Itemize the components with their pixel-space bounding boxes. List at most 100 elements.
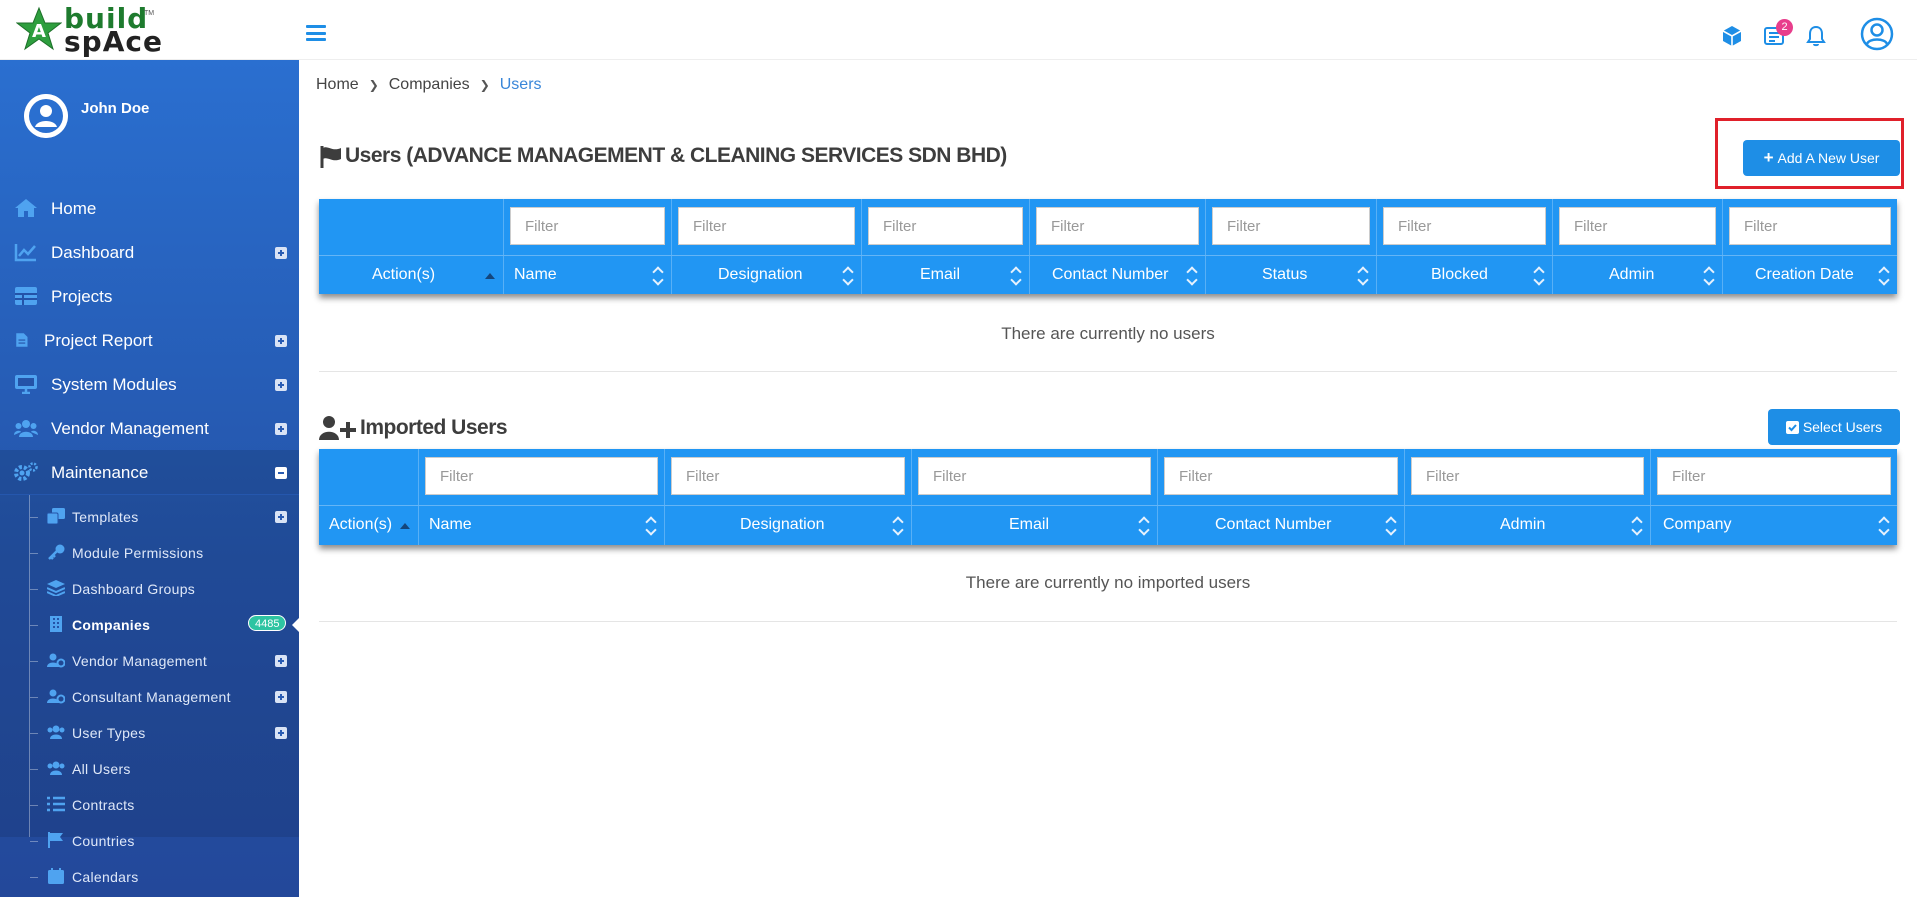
- col-contact-number[interactable]: Contact Number: [1030, 256, 1206, 294]
- users-header-row: Action(s) Name Designation Email Contact…: [319, 255, 1897, 294]
- sort-icon[interactable]: [1879, 516, 1889, 536]
- cube-icon[interactable]: [1720, 24, 1744, 48]
- sort-icon[interactable]: [1534, 266, 1544, 286]
- filter-admin-input[interactable]: [1559, 207, 1716, 245]
- user-profile-icon[interactable]: [1860, 17, 1894, 51]
- sort-asc-icon[interactable]: [485, 273, 495, 279]
- filter-contact-input[interactable]: [1036, 207, 1199, 245]
- imported-filter-name-input[interactable]: [425, 457, 658, 495]
- breadcrumb-users: Users: [499, 76, 542, 93]
- user-plus-icon: [319, 416, 356, 440]
- col-designation[interactable]: Designation: [665, 506, 912, 545]
- filter-name-input[interactable]: [510, 207, 665, 245]
- sidebar-item-label: Project Report: [44, 331, 153, 350]
- expand-plus-icon[interactable]: [275, 335, 287, 347]
- imported-filter-email-input[interactable]: [918, 457, 1151, 495]
- menu-toggle-icon[interactable]: [306, 25, 326, 41]
- sidebar-item-calendars[interactable]: Calendars: [0, 859, 299, 895]
- sort-icon[interactable]: [1386, 516, 1396, 536]
- sidebar-item-user-types[interactable]: User Types: [0, 715, 299, 751]
- main-content: Home ❯ Companies ❯ Users Users (ADVANCE …: [299, 60, 1917, 897]
- sidebar-item-dashboard-groups[interactable]: Dashboard Groups: [0, 571, 299, 607]
- maintenance-submenu: Templates Module Permissions Dashboard G…: [0, 495, 299, 885]
- sidebar-item-maintenance[interactable]: Maintenance: [0, 450, 299, 494]
- col-name[interactable]: Name: [419, 506, 665, 545]
- expand-plus-icon[interactable]: [275, 655, 287, 667]
- imported-filter-designation-input[interactable]: [671, 457, 905, 495]
- filter-blocked-input[interactable]: [1383, 207, 1546, 245]
- col-admin[interactable]: Admin: [1553, 256, 1723, 294]
- expand-plus-icon[interactable]: [275, 423, 287, 435]
- avatar[interactable]: [24, 94, 68, 138]
- expand-plus-icon[interactable]: [275, 379, 287, 391]
- expand-plus-icon[interactable]: [275, 511, 287, 523]
- sidebar-item-templates[interactable]: Templates: [0, 499, 299, 535]
- sidebar-item-module-permissions[interactable]: Module Permissions: [0, 535, 299, 571]
- sidebar-item-companies[interactable]: Companies 4485: [0, 607, 299, 643]
- sort-icon[interactable]: [1011, 266, 1021, 286]
- col-blocked[interactable]: Blocked: [1377, 256, 1553, 294]
- col-actions[interactable]: Action(s): [319, 506, 419, 545]
- imported-filter-contact-input[interactable]: [1164, 457, 1398, 495]
- sidebar-subitem-label: Dashboard Groups: [72, 581, 196, 597]
- col-contact-number[interactable]: Contact Number: [1158, 506, 1405, 545]
- col-actions[interactable]: Action(s): [319, 256, 504, 294]
- imported-filter-company-input[interactable]: [1657, 457, 1891, 495]
- add-new-user-button[interactable]: + Add A New User: [1743, 140, 1900, 176]
- sort-icon[interactable]: [1704, 266, 1714, 286]
- sort-icon[interactable]: [1879, 266, 1889, 286]
- col-admin[interactable]: Admin: [1405, 506, 1651, 545]
- buildspace-logo[interactable]: A build spAce TM: [16, 5, 162, 56]
- sort-icon[interactable]: [1139, 516, 1149, 536]
- home-icon: [15, 199, 37, 217]
- sidebar-item-countries[interactable]: Countries: [0, 823, 299, 859]
- imported-filter-admin-input[interactable]: [1411, 457, 1644, 495]
- logo-trademark: TM: [144, 10, 155, 17]
- col-status[interactable]: Status: [1206, 256, 1377, 294]
- sidebar-item-project-report[interactable]: Project Report: [0, 318, 299, 362]
- col-designation[interactable]: Designation: [672, 256, 862, 294]
- sidebar-nav: Home Dashboard Projects Project Report S…: [0, 186, 299, 494]
- sort-icon[interactable]: [893, 516, 903, 536]
- users-table-header: Action(s) Name Designation Email Contact…: [319, 199, 1897, 294]
- sort-asc-icon[interactable]: [400, 523, 410, 529]
- col-creation-date[interactable]: Creation Date: [1723, 256, 1897, 294]
- filter-status-input[interactable]: [1212, 207, 1370, 245]
- sidebar-item-label: System Modules: [51, 375, 177, 394]
- sidebar-item-contracts[interactable]: Contracts: [0, 787, 299, 823]
- collapse-minus-icon[interactable]: [275, 467, 287, 479]
- sidebar-item-consultant-management[interactable]: Consultant Management: [0, 679, 299, 715]
- chart-line-icon: [14, 244, 36, 262]
- sort-icon[interactable]: [843, 266, 853, 286]
- col-name[interactable]: Name: [504, 256, 672, 294]
- expand-plus-icon[interactable]: [275, 727, 287, 739]
- bell-icon[interactable]: [1804, 24, 1828, 48]
- filter-email-input[interactable]: [868, 207, 1023, 245]
- sidebar-item-system-modules[interactable]: System Modules: [0, 362, 299, 406]
- sort-icon[interactable]: [1187, 266, 1197, 286]
- sort-icon[interactable]: [1632, 516, 1642, 536]
- sort-icon[interactable]: [646, 516, 656, 536]
- col-email[interactable]: Email: [912, 506, 1158, 545]
- sidebar-item-dashboard[interactable]: Dashboard: [0, 230, 299, 274]
- col-company[interactable]: Company: [1651, 506, 1897, 545]
- sidebar-item-label: Vendor Management: [51, 419, 209, 438]
- breadcrumb-companies[interactable]: Companies: [389, 76, 470, 94]
- breadcrumb-home[interactable]: Home: [316, 76, 359, 94]
- filter-designation-input[interactable]: [678, 207, 855, 245]
- sidebar-item-all-users[interactable]: All Users: [0, 751, 299, 787]
- select-users-button[interactable]: Select Users: [1768, 409, 1900, 445]
- expand-plus-icon[interactable]: [275, 247, 287, 259]
- users-filter-row: [319, 199, 1897, 255]
- sort-icon[interactable]: [1358, 266, 1368, 286]
- users-empty-message: There are currently no users: [1001, 324, 1215, 343]
- sort-icon[interactable]: [653, 266, 663, 286]
- sidebar-item-projects[interactable]: Projects: [0, 274, 299, 318]
- expand-plus-icon[interactable]: [275, 691, 287, 703]
- col-email[interactable]: Email: [862, 256, 1030, 294]
- desktop-icon: [15, 375, 37, 394]
- sidebar-item-home[interactable]: Home: [0, 186, 299, 230]
- filter-creation-date-input[interactable]: [1729, 207, 1891, 245]
- sidebar-item-vendor-management-sub[interactable]: Vendor Management: [0, 643, 299, 679]
- sidebar-item-vendor-management[interactable]: Vendor Management: [0, 406, 299, 450]
